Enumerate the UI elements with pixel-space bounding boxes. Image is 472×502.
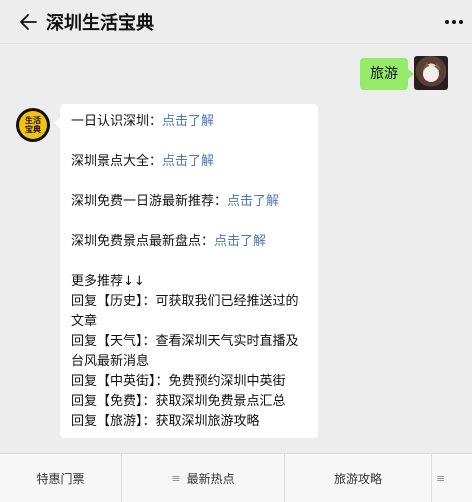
item-link[interactable]: 点击了解 bbox=[162, 154, 214, 169]
item-link[interactable]: 点击了解 bbox=[227, 194, 279, 209]
cat-face bbox=[423, 66, 439, 82]
menu-item-travel-guide[interactable]: 旅游攻略 bbox=[285, 454, 432, 502]
outgoing-message-bubble: 旅游 bbox=[360, 58, 414, 90]
menu-label: 旅游攻略 bbox=[333, 472, 382, 486]
item-label: 一日认识深圳： bbox=[71, 114, 163, 129]
page-title: 深圳生活宝典 bbox=[46, 13, 154, 34]
user-avatar[interactable] bbox=[414, 56, 448, 90]
reply-hint: 回复【天气】：查看深圳天气实时直播及台风最新消息 bbox=[71, 334, 299, 369]
bot-avatar-line1: 生活 bbox=[25, 116, 41, 125]
reply-hint: 回复【旅游】：获取深圳旅游攻略 bbox=[71, 414, 260, 429]
menu-item-more[interactable]: ≡ bbox=[432, 454, 472, 502]
reply-hint: 回复【历史】：可获取我们已经推送过的文章 bbox=[71, 294, 299, 329]
item-link[interactable]: 点击了解 bbox=[214, 234, 266, 249]
more-dots-icon[interactable] bbox=[442, 12, 466, 32]
more-title: 更多推荐↓↓ bbox=[71, 274, 145, 289]
bot-avatar-logo: 生活 宝典 bbox=[19, 111, 47, 139]
top-bar: 深圳生活宝典 bbox=[0, 0, 472, 44]
bot-avatar[interactable]: 生活 宝典 bbox=[16, 108, 50, 142]
back-arrow-icon[interactable] bbox=[14, 8, 42, 36]
menu-label: 最新热点 bbox=[186, 472, 235, 486]
menu-item-tickets[interactable]: 特惠门票 bbox=[0, 454, 122, 502]
item-link[interactable]: 点击了解 bbox=[162, 114, 214, 129]
reply-hint: 回复【免费】：获取深圳免费景点汇总 bbox=[71, 394, 286, 409]
list-item: 深圳免费景点最新盘点：点击了解 bbox=[71, 232, 308, 252]
bottom-menu-bar: 特惠门票 ≡ 最新热点 旅游攻略 ≡ bbox=[0, 453, 472, 502]
item-label: 深圳免费景点最新盘点： bbox=[71, 234, 215, 249]
item-label: 深圳免费一日游最新推荐： bbox=[71, 194, 228, 209]
list-item: 深圳景点大全：点击了解 bbox=[71, 152, 308, 172]
list-item: 一日认识深圳：点击了解 bbox=[71, 112, 308, 132]
list-icon: ≡ bbox=[171, 472, 181, 485]
item-label: 深圳景点大全： bbox=[71, 154, 163, 169]
menu-label: 特惠门票 bbox=[36, 472, 85, 486]
list-item: 深圳免费一日游最新推荐：点击了解 bbox=[71, 192, 308, 212]
list-icon: ≡ bbox=[436, 472, 446, 485]
bot-avatar-line2: 宝典 bbox=[25, 125, 41, 134]
menu-item-hot-news[interactable]: ≡ 最新热点 bbox=[122, 454, 285, 502]
incoming-message-bubble: 一日认识深圳：点击了解 深圳景点大全：点击了解 深圳免费一日游最新推荐：点击了解… bbox=[54, 104, 318, 438]
reply-hint: 回复【中英街】：免费预约深圳中英街 bbox=[71, 374, 286, 389]
